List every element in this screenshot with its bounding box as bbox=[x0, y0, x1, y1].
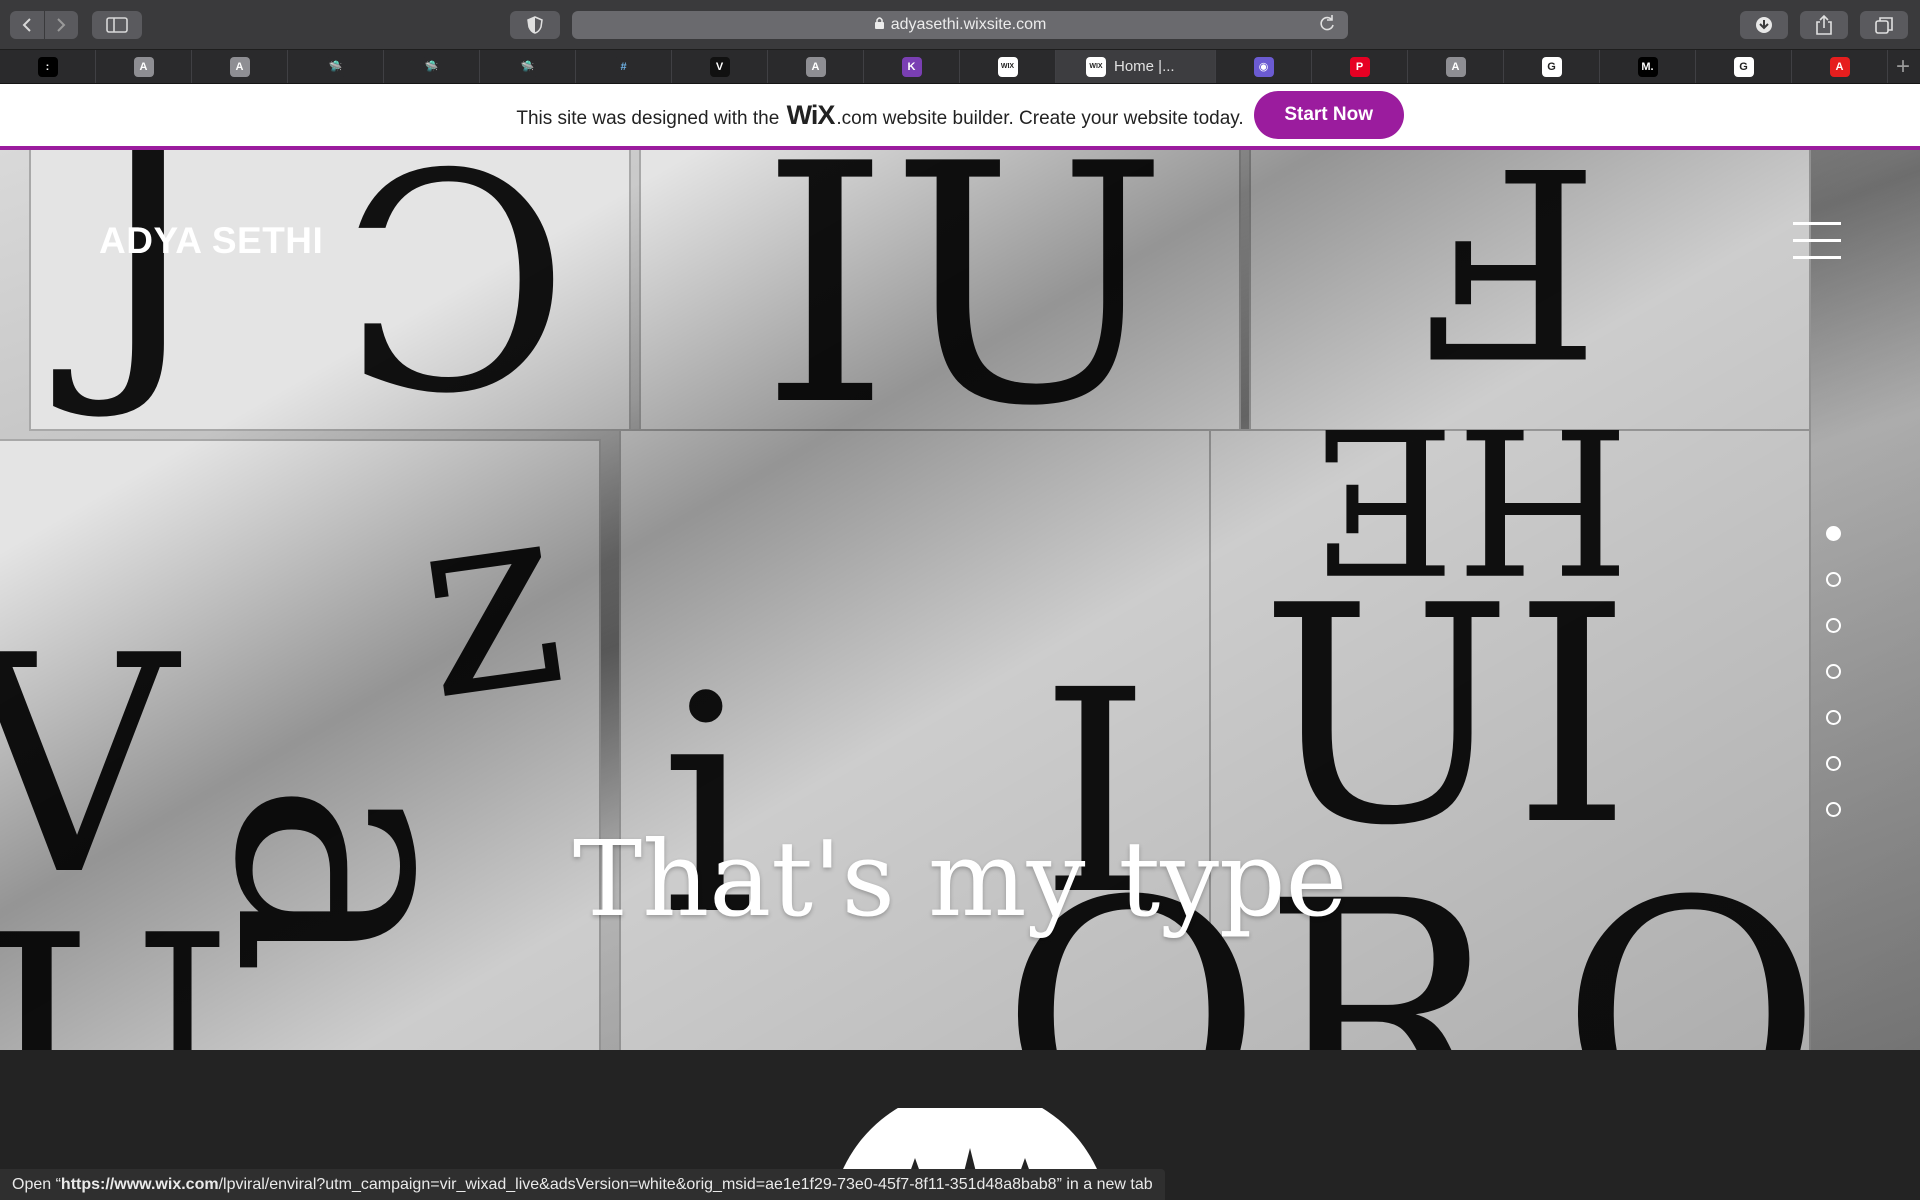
share-icon bbox=[1816, 14, 1832, 35]
browser-tab[interactable]: A bbox=[1408, 50, 1504, 83]
tab-overview-button[interactable] bbox=[1860, 11, 1908, 39]
dots-icon: : bbox=[37, 56, 58, 77]
menu-line bbox=[1793, 239, 1841, 242]
browser-tab[interactable]: G bbox=[1504, 50, 1600, 83]
menu-line bbox=[1793, 222, 1841, 225]
ufo-icon: 🛸 bbox=[517, 56, 538, 77]
browser-tab[interactable]: # bbox=[576, 50, 672, 83]
section-nav-dot[interactable] bbox=[1826, 572, 1841, 587]
browser-tab[interactable]: 🛸 bbox=[288, 50, 384, 83]
letter-a-icon: A bbox=[229, 56, 250, 77]
browser-tab[interactable]: WIX Home |... bbox=[1056, 50, 1216, 83]
shield-icon bbox=[527, 16, 543, 34]
browser-tab[interactable]: A bbox=[1792, 50, 1888, 83]
google-icon: G bbox=[1541, 56, 1562, 77]
lock-icon bbox=[874, 16, 885, 34]
google-icon: G bbox=[1733, 56, 1754, 77]
sidebar-icon bbox=[106, 17, 128, 33]
pinterest-icon: P bbox=[1349, 56, 1370, 77]
chevron-right-icon bbox=[57, 18, 66, 32]
browser-tab[interactable]: K bbox=[864, 50, 960, 83]
new-tab-icon[interactable]: + bbox=[1888, 50, 1918, 83]
hero-tagline: That's my type bbox=[572, 818, 1348, 940]
hash-icon: # bbox=[613, 56, 634, 77]
back-button[interactable] bbox=[10, 11, 44, 39]
address-url: adyasethi.wixsite.com bbox=[890, 16, 1047, 33]
navigation-buttons bbox=[10, 11, 78, 39]
wix-icon: WIX bbox=[997, 56, 1018, 77]
v-logo-icon: V bbox=[709, 56, 730, 77]
section-nav-dots bbox=[1826, 526, 1846, 848]
site-title[interactable]: ADYA SETHI bbox=[99, 220, 323, 262]
chevron-left-icon bbox=[22, 18, 31, 32]
letter-a-icon: A bbox=[1445, 56, 1466, 77]
share-button[interactable] bbox=[1800, 11, 1848, 39]
address-bar[interactable]: adyasethi.wixsite.com bbox=[572, 11, 1348, 39]
wix-logo[interactable]: WiX bbox=[787, 100, 836, 130]
medium-icon: M. bbox=[1637, 56, 1658, 77]
adobe-icon: A bbox=[1829, 56, 1850, 77]
browser-tab[interactable]: WIX bbox=[960, 50, 1056, 83]
section-nav-dot[interactable] bbox=[1826, 710, 1841, 725]
wix-icon: WIX bbox=[1086, 56, 1106, 77]
downloads-button[interactable] bbox=[1740, 11, 1788, 39]
hero-section: J C IU F z V a i I UI HE OR O U ADYA SET… bbox=[0, 150, 1920, 1050]
browser-tab[interactable]: ◉ bbox=[1216, 50, 1312, 83]
letter-a-icon: A bbox=[133, 56, 154, 77]
download-icon bbox=[1756, 17, 1772, 33]
browser-toolbar: adyasethi.wixsite.com bbox=[0, 0, 1920, 50]
wix-banner-text: This site was designed with the WiX .com … bbox=[516, 99, 1244, 130]
tabs-icon bbox=[1875, 17, 1893, 34]
link-preview-status: Open “https://www.wix.com/lpviral/envira… bbox=[0, 1169, 1165, 1200]
browser-tab[interactable]: A bbox=[192, 50, 288, 83]
browser-tab[interactable]: P bbox=[1312, 50, 1408, 83]
menu-button[interactable] bbox=[1793, 222, 1841, 266]
section-nav-dot[interactable] bbox=[1826, 526, 1841, 541]
ufo-icon: 🛸 bbox=[421, 56, 442, 77]
globe-icon: ◉ bbox=[1253, 56, 1274, 77]
k-logo-icon: K bbox=[901, 56, 922, 77]
browser-tab[interactable]: 🛸 bbox=[384, 50, 480, 83]
letter-a-icon: A bbox=[805, 56, 826, 77]
browser-tab[interactable]: V bbox=[672, 50, 768, 83]
forward-button[interactable] bbox=[43, 11, 79, 39]
reload-icon[interactable] bbox=[1318, 14, 1336, 39]
browser-tab[interactable]: A bbox=[96, 50, 192, 83]
browser-tab[interactable]: 🛸 bbox=[480, 50, 576, 83]
section-nav-dot[interactable] bbox=[1826, 802, 1841, 817]
browser-tab-title: Home |... bbox=[1114, 58, 1175, 75]
section-nav-dot[interactable] bbox=[1826, 756, 1841, 771]
section-nav-dot[interactable] bbox=[1826, 618, 1841, 633]
browser-tab[interactable]: G bbox=[1696, 50, 1792, 83]
sidebar-toggle-button[interactable] bbox=[92, 11, 142, 39]
browser-tab[interactable]: A bbox=[768, 50, 864, 83]
tab-strip: : A A 🛸 🛸 🛸 # V A K WIX WIX Home |... ◉ P A G M. G A + bbox=[0, 50, 1920, 84]
menu-line bbox=[1793, 256, 1841, 259]
section-nav-dot[interactable] bbox=[1826, 664, 1841, 679]
browser-tab[interactable]: M. bbox=[1600, 50, 1696, 83]
ufo-icon: 🛸 bbox=[325, 56, 346, 77]
wix-promo-banner: This site was designed with the WiX .com … bbox=[0, 84, 1920, 150]
browser-tab[interactable]: : bbox=[0, 50, 96, 83]
start-now-button[interactable]: Start Now bbox=[1253, 91, 1404, 139]
privacy-report-button[interactable] bbox=[510, 11, 560, 39]
